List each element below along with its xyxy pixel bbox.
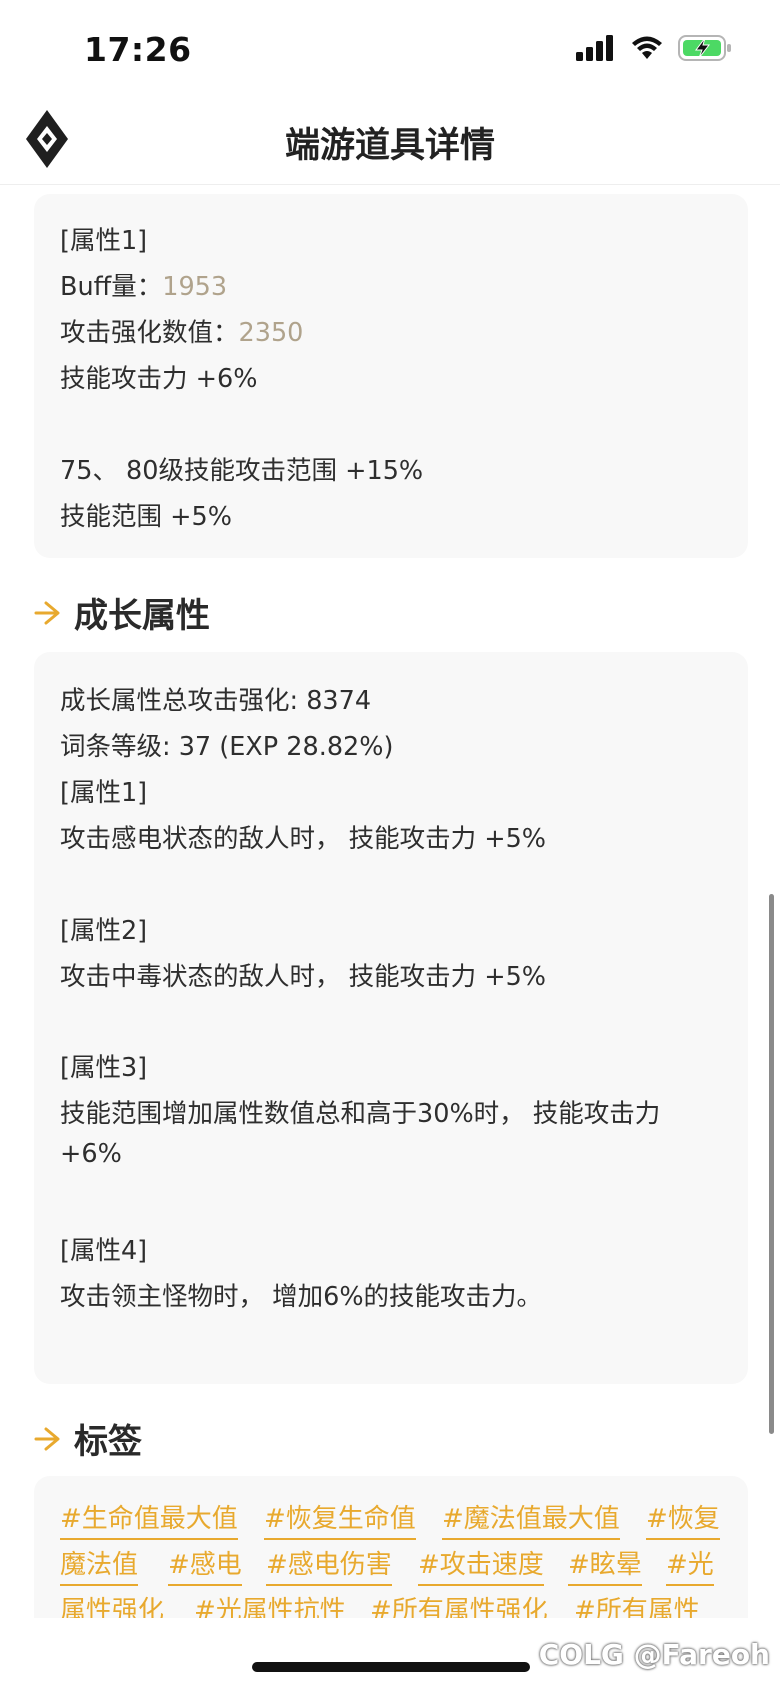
growth-line: 成长属性总攻击强化: 8374 bbox=[60, 686, 372, 716]
buff-value: 1953 bbox=[162, 272, 228, 302]
tag-link[interactable]: #光属性抗性 bbox=[194, 1594, 346, 1618]
growth-heading-label: 成长属性 bbox=[74, 596, 210, 636]
watermark: COLG @Fareoh bbox=[538, 1638, 770, 1671]
wifi-icon bbox=[632, 36, 662, 59]
arrow-right-icon bbox=[34, 601, 60, 624]
attack-enhance-value: 2350 bbox=[238, 318, 304, 348]
buff-amount-line: Buff量：1953 bbox=[60, 266, 227, 303]
attack-enhance-line: 攻击强化数值：2350 bbox=[60, 312, 303, 349]
growth-line: 词条等级: 37 (EXP 28.82%) bbox=[60, 732, 394, 762]
arrow-right-icon bbox=[34, 1427, 60, 1450]
growth-line: [属性3] bbox=[60, 1053, 148, 1083]
growth-line: [属性1] bbox=[60, 778, 148, 808]
growth-line: 攻击中毒状态的敌人时， 技能攻击力 +5% bbox=[60, 962, 547, 992]
tag-link[interactable]: #魔法值最大值 bbox=[442, 1502, 620, 1540]
scrollbar[interactable] bbox=[769, 894, 774, 1434]
growth-line: +6% bbox=[60, 1139, 122, 1169]
tag-link[interactable]: #攻击速度 bbox=[418, 1548, 544, 1586]
tag-link[interactable]: 魔法值 bbox=[60, 1548, 139, 1586]
tag-link[interactable]: #所有属性强化 bbox=[370, 1594, 548, 1618]
attr-line: 技能攻击力 +6% bbox=[60, 364, 258, 394]
tags-card: #生命值最大值 #恢复生命值 #魔法值最大值 #恢复 魔法值 #感电 #感电伤害… bbox=[34, 1476, 748, 1618]
tag-link[interactable]: #恢复 bbox=[646, 1502, 720, 1540]
status-bar: 17:26 bbox=[0, 0, 780, 100]
tag-link[interactable]: #恢复生命值 bbox=[264, 1502, 416, 1540]
app-header: 端游道具详情 bbox=[0, 100, 780, 185]
tag-link[interactable]: 属性强化 bbox=[60, 1594, 164, 1618]
tags-heading: 标签 bbox=[34, 1414, 142, 1463]
status-time: 17:26 bbox=[84, 30, 192, 69]
home-indicator[interactable] bbox=[252, 1662, 530, 1672]
tag-link[interactable]: #所有属性 bbox=[574, 1594, 700, 1618]
growth-line: 攻击领主怪物时， 增加6%的技能攻击力。 bbox=[60, 1282, 543, 1312]
tag-link[interactable]: #感电伤害 bbox=[266, 1548, 392, 1586]
growth-line: [属性4] bbox=[60, 1236, 148, 1266]
page-title: 端游道具详情 bbox=[284, 126, 495, 166]
buff-label: Buff量： bbox=[60, 272, 163, 302]
attack-enhance-label: 攻击强化数值： bbox=[60, 318, 239, 348]
signal-icon bbox=[576, 35, 613, 61]
growth-line: 技能范围增加属性数值总和高于30%时， 技能攻击力 bbox=[60, 1099, 661, 1129]
attributes-card: [属性1] Buff量：1953 攻击强化数值：2350 技能攻击力 +6% 7… bbox=[34, 194, 748, 558]
tag-link[interactable]: #光 bbox=[666, 1548, 714, 1586]
status-icons bbox=[576, 34, 732, 62]
growth-line: [属性2] bbox=[60, 916, 148, 946]
attr-line: [属性1] bbox=[60, 226, 148, 256]
tag-link[interactable]: #生命值最大值 bbox=[60, 1502, 238, 1540]
growth-line: 攻击感电状态的敌人时， 技能攻击力 +5% bbox=[60, 824, 547, 854]
tags-heading-label: 标签 bbox=[74, 1422, 142, 1462]
battery-charging-icon bbox=[678, 35, 731, 61]
attr-line: 技能范围 +5% bbox=[60, 502, 232, 532]
tag-link[interactable]: #眩晕 bbox=[568, 1548, 642, 1586]
growth-heading: 成长属性 bbox=[34, 588, 210, 637]
tag-link[interactable]: #感电 bbox=[168, 1548, 242, 1586]
attr-line: 75、 80级技能攻击范围 +15% bbox=[60, 456, 424, 486]
growth-card: 成长属性总攻击强化: 8374 词条等级: 37 (EXP 28.82%) [属… bbox=[34, 652, 748, 1384]
